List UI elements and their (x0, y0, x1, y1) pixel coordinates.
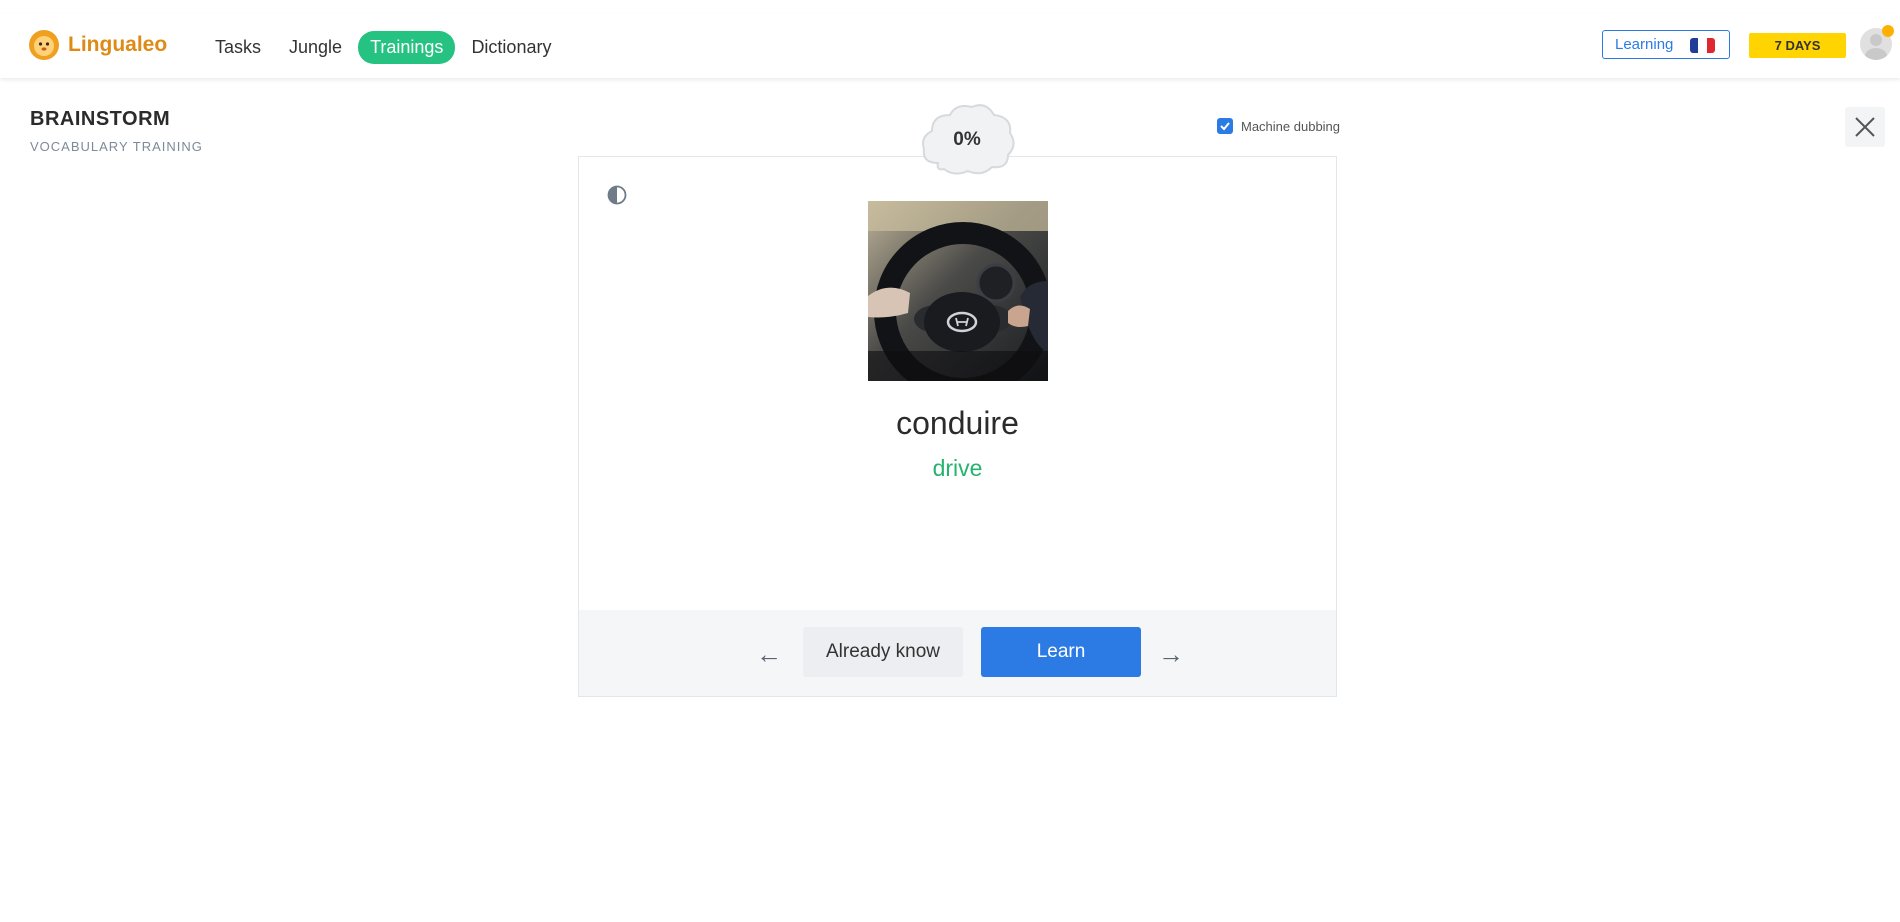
word-text: conduire (896, 405, 1019, 441)
lion-logo-icon (29, 30, 59, 60)
logo[interactable]: Lingualeo (28, 29, 167, 61)
arrow-right-icon[interactable]: → (1158, 639, 1184, 670)
close-icon (1855, 117, 1875, 137)
top-header: Lingualeo Tasks Jungle Trainings Diction… (0, 14, 1900, 78)
premium-days-badge[interactable]: 7 DAYS (1749, 33, 1846, 58)
browser-top-strip (0, 0, 1900, 15)
steering-wheel-photo-icon (868, 201, 1048, 381)
machine-dubbing-checkbox[interactable] (1217, 118, 1233, 134)
nav-trainings[interactable]: Trainings (358, 31, 456, 64)
word-image (868, 201, 1048, 381)
learning-label: Learning (1615, 36, 1674, 53)
page-title: BRAINSTORM (30, 108, 171, 130)
word-card: conduire drive ← Already know Learn → (578, 156, 1337, 697)
crown-icon (1882, 25, 1894, 37)
card-actions: ← Already know Learn → (579, 610, 1336, 696)
translation-text: drive (932, 455, 983, 481)
logo-text: Lingualeo (68, 33, 168, 56)
nav-tasks[interactable]: Tasks (203, 31, 273, 64)
machine-dubbing-toggle[interactable]: Machine dubbing (1217, 118, 1340, 134)
progress-percent: 0% (953, 129, 981, 150)
page-subtitle: VOCABULARY TRAINING (30, 139, 203, 154)
close-button[interactable] (1845, 107, 1885, 147)
main-nav: Tasks Jungle Trainings Dictionary (203, 31, 567, 64)
france-flag-icon (1690, 38, 1715, 53)
nav-jungle[interactable]: Jungle (277, 31, 354, 64)
learn-button[interactable]: Learn (981, 627, 1141, 677)
checkmark-icon (1220, 122, 1230, 131)
nav-dictionary[interactable]: Dictionary (459, 31, 563, 64)
arrow-left-icon[interactable]: ← (756, 639, 782, 670)
already-know-button[interactable]: Already know (803, 627, 963, 677)
learning-language-button[interactable]: Learning (1602, 30, 1730, 59)
contrast-icon[interactable] (607, 185, 627, 205)
machine-dubbing-label: Machine dubbing (1241, 118, 1341, 134)
